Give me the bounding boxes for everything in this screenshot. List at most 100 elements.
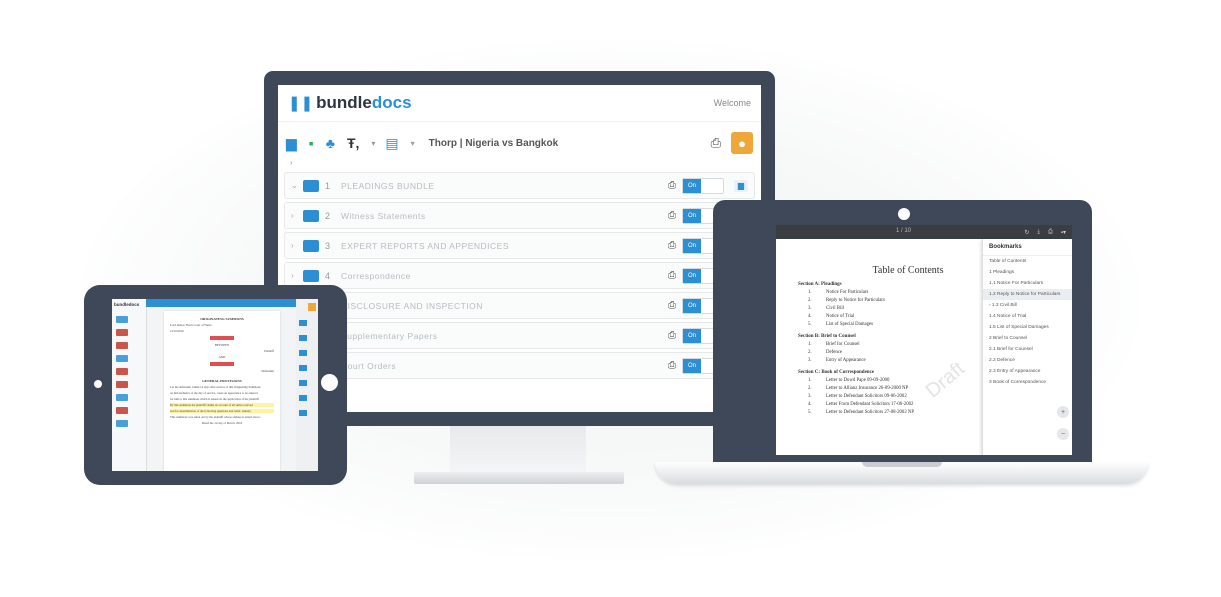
toggle-on-label: On — [683, 208, 701, 223]
folder-icon[interactable] — [116, 394, 128, 401]
refresh-icon[interactable]: ↻ — [1024, 229, 1029, 236]
bundle-section-row[interactable]: Court Orders⎙On▆ — [284, 352, 755, 379]
chevron-down-icon[interactable]: ▾ — [411, 139, 415, 148]
pdf-icon[interactable] — [116, 381, 128, 388]
toggle-icon[interactable] — [299, 335, 307, 341]
tablet-document: ORIGINATING SUMMONS Lord Justice Thorn C… — [164, 311, 280, 471]
add-document-icon[interactable]: ▪ — [309, 135, 314, 151]
toggle-on-label: On — [683, 178, 701, 193]
doc-title: ORIGINATING SUMMONS — [200, 317, 244, 321]
pdf-icon[interactable] — [116, 368, 128, 375]
print-icon[interactable]: ⎙ — [668, 210, 676, 221]
chevron-icon[interactable]: › — [291, 211, 303, 220]
camera-icon — [94, 380, 102, 388]
chevron-icon[interactable]: › — [291, 241, 303, 250]
laptop-notch — [862, 462, 942, 467]
bookmark-item[interactable]: › 1.3 Civil Bill — [983, 300, 1072, 311]
doc-line: BETWEEN — [214, 343, 230, 347]
home-button[interactable] — [321, 374, 338, 391]
bundle-section-row[interactable]: ›5DISCLOSURE AND INSPECTION⎙On▆ — [284, 292, 755, 319]
more-menu-icon[interactable]: ▪▾ — [1061, 229, 1066, 236]
pdf-icon[interactable] — [116, 329, 128, 336]
bundle-section-row[interactable]: ›3EXPERT REPORTS AND APPENDICES⎙On▆ — [284, 232, 755, 259]
print-icon[interactable]: ⎙ — [668, 270, 676, 281]
add-folder-icon[interactable]: ▆ — [286, 135, 297, 152]
toc-entry-title: Defence — [826, 350, 842, 355]
pdf-icon[interactable] — [116, 342, 128, 349]
text-format-icon[interactable]: Ŧ, — [347, 135, 359, 151]
section-label[interactable]: PLEADINGS BUNDLE — [341, 181, 435, 191]
bookmark-item[interactable]: 1 Pleadings — [983, 267, 1072, 278]
toc-entry-number: 3. — [808, 306, 812, 311]
chevron-icon[interactable]: ⌄ — [291, 181, 303, 190]
bookmark-item[interactable]: 1.4 Notice of Trial — [983, 311, 1072, 322]
toggle-icon[interactable] — [299, 365, 307, 371]
print-icon[interactable]: ⎙ — [711, 135, 721, 151]
toolbar: ▆ ▪ ♣ Ŧ, ▾ ▤ ▾ Thorp | Nigeria vs Bangko… — [278, 128, 761, 158]
toc-entry-title: Notice For Particulars — [826, 290, 869, 295]
folder-icon[interactable] — [116, 316, 128, 323]
bookmark-item[interactable]: 2.3 Entry of Appearance — [983, 366, 1072, 377]
expand-caret-icon[interactable]: › — [278, 158, 761, 172]
print-icon[interactable]: ⎙ — [668, 180, 676, 191]
toggle-icon[interactable] — [299, 350, 307, 356]
print-icon[interactable]: ⎙ — [668, 360, 676, 371]
zoom-in-button[interactable]: + — [1057, 406, 1069, 418]
folder-icon[interactable] — [116, 420, 128, 427]
bookmark-item[interactable]: Table of Contents — [983, 256, 1072, 267]
users-icon[interactable]: ♣ — [326, 135, 335, 151]
bookmark-item[interactable]: 2.2 Defence — [983, 355, 1072, 366]
toggle-icon[interactable] — [299, 320, 307, 326]
toc-entry-number: 3. — [808, 358, 812, 363]
toc-entry-title: Letter to Dowd Pape 09-09-2000 — [826, 378, 890, 383]
toggle-on-label: On — [683, 268, 701, 283]
settings-button[interactable]: ● — [731, 132, 753, 154]
folder-icon[interactable] — [116, 355, 128, 362]
chevron-icon[interactable]: › — [291, 271, 303, 280]
save-icon[interactable]: ▤ — [385, 135, 398, 152]
settings-button[interactable] — [308, 303, 316, 311]
bookmark-item[interactable]: 2.1 Brief for Counsel — [983, 344, 1072, 355]
include-toggle[interactable]: On — [682, 177, 724, 194]
section-label[interactable]: Court Orders — [341, 361, 396, 371]
print-icon[interactable]: ⎙ — [668, 330, 676, 341]
bundle-section-row[interactable]: ›2Witness Statements⎙On▆ — [284, 202, 755, 229]
toc-entry-title: Civil Bill — [826, 306, 844, 311]
print-icon[interactable]: ⎙ — [668, 240, 676, 251]
highlighted-text[interactable]: By this summons the plaintiff claims an … — [170, 403, 274, 407]
section-label[interactable]: Correspondence — [341, 271, 411, 281]
bookmark-item[interactable]: 2 Brief to Counsel — [983, 333, 1072, 344]
bundle-section-row[interactable]: ›4Correspondence⎙On▆ — [284, 262, 755, 289]
bookmark-item[interactable]: 1.2 Reply to Notice for Particulars — [983, 289, 1072, 300]
bookmark-item[interactable]: 1.5 List of Special Damages — [983, 322, 1072, 333]
logo-mark-icon: ❚❚ — [288, 95, 314, 112]
toggle-icon[interactable] — [299, 395, 307, 401]
bundle-section-row[interactable]: ⌄ 1 PLEADINGS BUNDLE ⎙ On ▆ — [284, 172, 755, 199]
toggle-icon[interactable] — [299, 380, 307, 386]
app-logo[interactable]: bundledocs — [316, 93, 411, 113]
section-label[interactable]: DISCLOSURE AND INSPECTION — [341, 301, 483, 311]
monitor-neck — [450, 426, 586, 472]
toggle-icon[interactable] — [299, 410, 307, 416]
open-document-icon[interactable]: ▆ — [734, 179, 748, 192]
doc-heading: GENERAL PROVISIONS — [202, 379, 242, 383]
print-icon[interactable]: ⎙ — [1048, 229, 1053, 236]
print-icon[interactable]: ⎙ — [668, 300, 676, 311]
toc-entry-number: 4. — [808, 402, 812, 407]
highlighted-text[interactable]: and for determination of the following q… — [170, 409, 274, 413]
section-label[interactable]: EXPERT REPORTS AND APPENDICES — [341, 241, 509, 251]
download-icon[interactable]: ⤓ — [1037, 229, 1040, 236]
bookmark-item[interactable]: 3 Book of Correspondence — [983, 377, 1072, 388]
toc-entry-number: 2. — [808, 350, 812, 355]
bundle-section-row[interactable]: Supplementary Papers⎙On▆ — [284, 322, 755, 349]
doc-body: for him to this summons which is issued … — [170, 397, 260, 401]
pdf-icon[interactable] — [116, 407, 128, 414]
bookmark-item[interactable]: 1.1 Notice For Particulars — [983, 278, 1072, 289]
page-indicator: 1 / 10 — [896, 228, 912, 234]
user-menu[interactable]: Welcome — [714, 98, 751, 108]
section-label[interactable]: Supplementary Papers — [341, 331, 437, 341]
section-label[interactable]: Witness Statements — [341, 211, 426, 221]
zoom-out-button[interactable]: − — [1057, 428, 1069, 440]
chevron-down-icon[interactable]: ▾ — [371, 139, 375, 148]
toggle-on-label: On — [683, 238, 701, 253]
